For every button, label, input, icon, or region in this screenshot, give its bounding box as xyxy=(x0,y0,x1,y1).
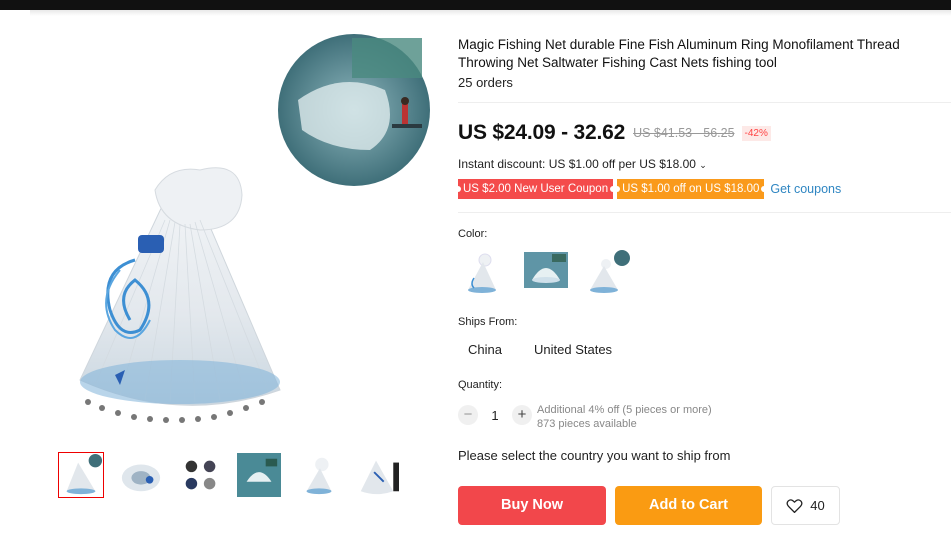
add-to-cart-button[interactable]: Add to Cart xyxy=(615,486,762,525)
store-coupon[interactable]: US $1.00 off on US $18.00 xyxy=(614,179,768,199)
thumbnail-4[interactable] xyxy=(236,452,282,498)
original-price: US $41.53 - 56.25 xyxy=(633,126,735,140)
product-gallery xyxy=(40,30,440,498)
shipping-message: Please select the country you want to sh… xyxy=(458,448,731,463)
bulk-discount-note: Additional 4% off (5 pieces or more) xyxy=(537,404,712,416)
color-swatch-1[interactable] xyxy=(458,248,506,296)
top-navigation-bar xyxy=(0,0,951,10)
color-label: Color: xyxy=(458,228,488,240)
order-count: 25 orders xyxy=(458,75,513,90)
color-swatch-3[interactable] xyxy=(582,248,630,296)
divider xyxy=(458,102,951,103)
quantity-decrease-button[interactable]: − xyxy=(458,405,478,425)
buy-now-button[interactable]: Buy Now xyxy=(458,486,606,525)
quantity-info: Additional 4% off (5 pieces or more) 873… xyxy=(537,403,712,431)
ship-option-united-states[interactable]: United States xyxy=(534,342,612,357)
chevron-down-icon: ⌄ xyxy=(699,160,707,170)
divider xyxy=(458,212,951,213)
product-title: Magic Fishing Net durable Fine Fish Alum… xyxy=(458,37,900,70)
thumbnail-3[interactable] xyxy=(178,452,224,498)
instant-discount[interactable]: Instant discount: US $1.00 off per US $1… xyxy=(458,157,707,171)
price-row: US $24.09 - 32.62 US $41.53 - 56.25 -42% xyxy=(458,120,771,146)
discount-badge: -42% xyxy=(741,125,771,141)
stock-available: 873 pieces available xyxy=(537,418,637,430)
thumbnail-1[interactable] xyxy=(58,452,104,498)
quantity-input[interactable]: 1 xyxy=(478,408,512,423)
quantity-stepper: − 1 + xyxy=(458,404,532,426)
thumbnail-6[interactable] xyxy=(354,452,400,498)
heart-icon xyxy=(786,498,803,513)
thumbnail-5[interactable] xyxy=(296,452,342,498)
quantity-label: Quantity: xyxy=(458,379,503,391)
new-user-coupon[interactable]: US $2.00 New User Coupon xyxy=(454,179,617,199)
header-shadow xyxy=(30,10,951,16)
quantity-increase-button[interactable]: + xyxy=(512,405,532,425)
get-coupons-link[interactable]: Get coupons xyxy=(770,182,841,196)
coupon-row: US $2.00 New User Coupon US $1.00 off on… xyxy=(454,179,841,199)
color-swatch-2[interactable] xyxy=(522,248,570,296)
wishlist-button[interactable]: 40 xyxy=(771,486,840,525)
main-product-image[interactable] xyxy=(40,30,440,440)
ship-option-china[interactable]: China xyxy=(468,342,502,357)
current-price: US $24.09 - 32.62 xyxy=(458,121,626,144)
thumbnail-2[interactable] xyxy=(118,452,164,498)
ships-from-label: Ships From: xyxy=(458,316,518,328)
instant-discount-text: Instant discount: US $1.00 off per US $1… xyxy=(458,157,696,171)
wishlist-count: 40 xyxy=(810,498,825,513)
